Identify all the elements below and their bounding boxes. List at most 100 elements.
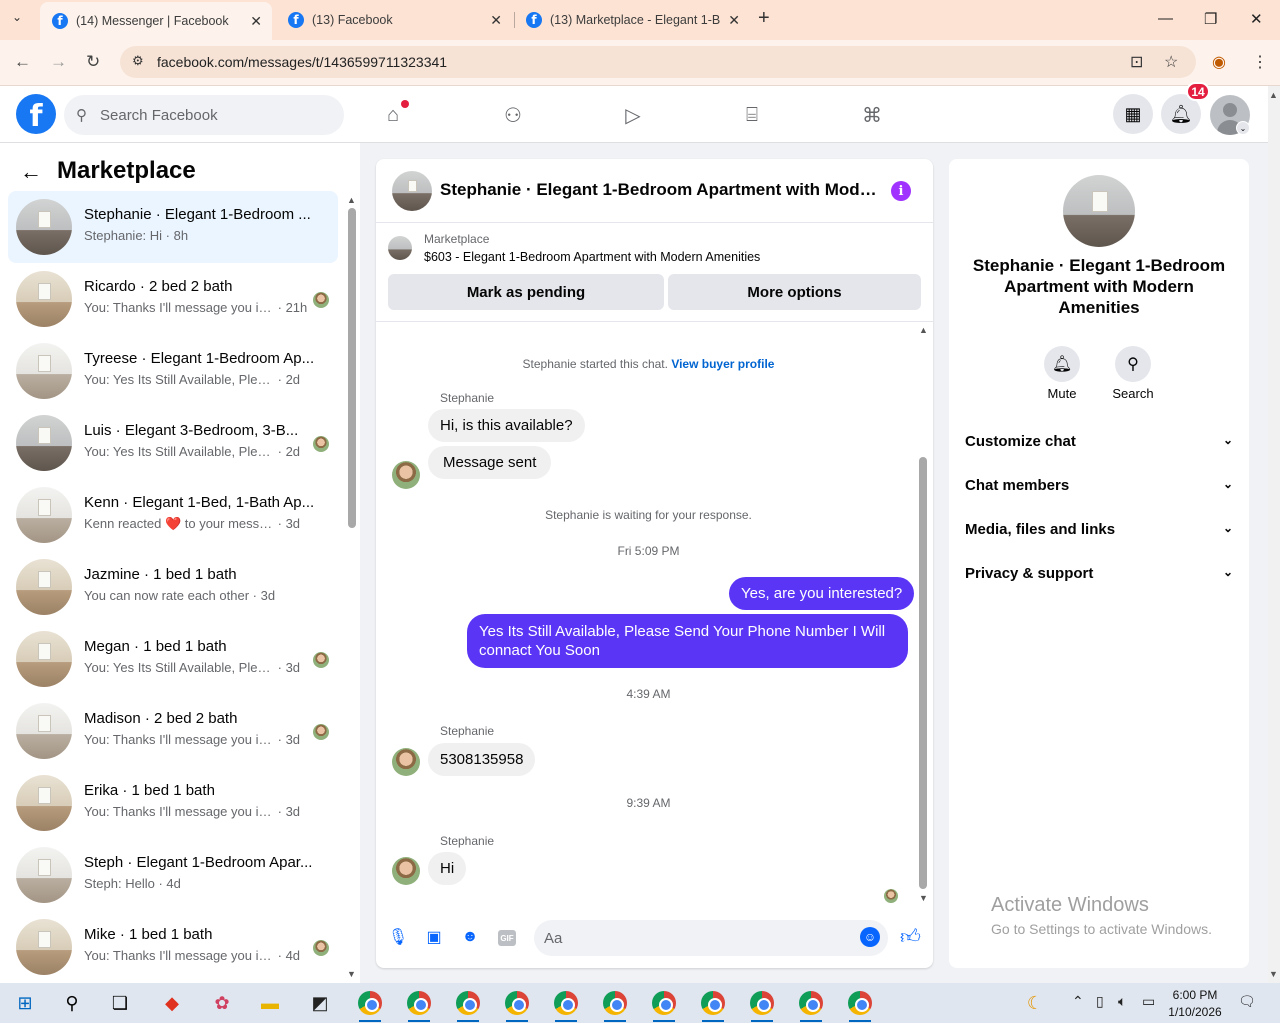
- tab-search-chevron-icon[interactable]: ⌄: [12, 10, 22, 24]
- page-scrollbar[interactable]: [1268, 86, 1280, 983]
- task-view-icon[interactable]: ❏: [105, 989, 135, 1017]
- restore-icon[interactable]: ❐: [1204, 10, 1217, 28]
- forward-arrow-icon[interactable]: →: [50, 52, 67, 72]
- conversation-item[interactable]: Stephanie · Elegant 1-Bedroom ... Stephan…: [8, 191, 338, 263]
- chrome-icon[interactable]: [747, 989, 777, 1017]
- chat-title[interactable]: Stephanie · Elegant 1-Bedroom Apartment …: [440, 180, 880, 200]
- outgoing-message[interactable]: Yes Its Still Available, Please Send You…: [467, 614, 908, 668]
- close-tab-icon[interactable]: ✕: [250, 13, 262, 30]
- media-files-links-row[interactable]: Media, files and links ⌄: [965, 521, 1233, 538]
- conversation-item[interactable]: Ricardo · 2 bed 2 bath You: Thanks I'll m…: [8, 263, 338, 335]
- message-input[interactable]: Aa: [534, 920, 888, 956]
- attach-photo-icon[interactable]: ▣: [424, 927, 444, 947]
- view-buyer-profile-link[interactable]: View buyer profile: [671, 357, 774, 371]
- weather-moon-icon[interactable]: ☾: [1020, 989, 1050, 1017]
- close-tab-icon[interactable]: ✕: [490, 12, 502, 29]
- mute-button[interactable]: 🔔︎ Mute: [1027, 346, 1097, 401]
- windows-start-icon[interactable]: ⊞: [10, 989, 40, 1017]
- menu-grid-icon[interactable]: ▦: [1113, 94, 1153, 134]
- facebook-logo-icon[interactable]: f: [16, 94, 56, 134]
- stephanie-avatar[interactable]: [392, 857, 420, 885]
- chrome-icon[interactable]: [453, 989, 483, 1017]
- gif-icon[interactable]: GIF: [498, 930, 516, 946]
- mark-as-pending-button[interactable]: Mark as pending: [388, 274, 664, 310]
- close-tab-icon[interactable]: ✕: [728, 12, 740, 29]
- battery-icon[interactable]: ▯: [1096, 993, 1104, 1010]
- conversation-item[interactable]: Jazmine · 1 bed 1 bath You can now rate e…: [8, 551, 338, 623]
- chrome-icon[interactable]: [355, 989, 385, 1017]
- chrome-icon[interactable]: [649, 989, 679, 1017]
- gaming-icon[interactable]: ⌘: [857, 100, 887, 130]
- sidebar-scrollbar-thumb[interactable]: [348, 208, 356, 528]
- notifications-icon[interactable]: 🗨︎: [1238, 993, 1256, 1010]
- stephanie-avatar[interactable]: [392, 748, 420, 776]
- scroll-up-arrow-icon[interactable]: ▲: [347, 195, 356, 205]
- customize-chat-row[interactable]: Customize chat ⌄: [965, 433, 1233, 450]
- chrome-icon[interactable]: [600, 989, 630, 1017]
- close-window-icon[interactable]: ✕: [1250, 10, 1263, 28]
- chat-scrollbar-thumb[interactable]: [919, 457, 927, 889]
- conversation-item[interactable]: Madison · 2 bed 2 bath You: Thanks I'll m…: [8, 695, 338, 767]
- bookmark-star-icon[interactable]: ☆: [1164, 52, 1178, 72]
- outgoing-message[interactable]: Yes, are you interested?: [729, 577, 915, 610]
- back-arrow-icon[interactable]: ←: [20, 159, 42, 185]
- incoming-message[interactable]: 5308135958: [428, 743, 536, 776]
- browser-tab-facebook[interactable]: f (13) Facebook ✕: [276, 0, 512, 40]
- emoji-icon[interactable]: ☺: [860, 927, 880, 947]
- account-chevron-down-icon[interactable]: ⌄: [1236, 121, 1250, 135]
- chrome-icon[interactable]: [796, 989, 826, 1017]
- network-icon[interactable]: ▭: [1142, 993, 1155, 1010]
- listing-avatar[interactable]: [1063, 175, 1135, 247]
- conversation-item[interactable]: Steph · Elegant 1-Bedroom Apar... Steph: …: [8, 839, 338, 911]
- back-arrow-icon[interactable]: ←: [14, 52, 31, 72]
- install-app-icon[interactable]: ⊡: [1130, 52, 1143, 72]
- chrome-icon[interactable]: [404, 989, 434, 1017]
- watch-icon[interactable]: ▷: [618, 100, 648, 130]
- url-field[interactable]: ⚙ facebook.com/messages/t/14365997113233…: [120, 46, 1196, 78]
- file-explorer-icon[interactable]: ▬: [255, 989, 285, 1017]
- scroll-down-arrow-icon[interactable]: ▼: [919, 893, 928, 903]
- facebook-search-input[interactable]: ⚲ Search Facebook: [64, 95, 344, 135]
- conversation-item[interactable]: Erika · 1 bed 1 bath You: Thanks I'll mes…: [8, 767, 338, 839]
- incoming-message[interactable]: Hi: [428, 852, 467, 885]
- minimize-icon[interactable]: —: [1158, 10, 1173, 27]
- scroll-up-arrow-icon[interactable]: ▲: [919, 325, 928, 335]
- scroll-down-arrow-icon[interactable]: ▼: [1269, 969, 1278, 979]
- incoming-message[interactable]: Hi, is this available?: [428, 409, 585, 442]
- browser-menu-icon[interactable]: ⋮: [1252, 52, 1268, 72]
- browser-tab-messenger[interactable]: f (14) Messenger | Facebook ✕: [40, 2, 272, 40]
- hidden-icons-chevron-icon[interactable]: ⌃: [1072, 993, 1084, 1010]
- anydesk-icon[interactable]: ◆: [157, 989, 187, 1017]
- conversation-item[interactable]: Luis · Elegant 3-Bedroom, 3-B... You: Yes…: [8, 407, 338, 479]
- scroll-up-arrow-icon[interactable]: ▲: [1269, 90, 1278, 100]
- privacy-support-row[interactable]: Privacy & support ⌄: [965, 565, 1233, 582]
- conversation-item[interactable]: Tyreese · Elegant 1-Bedroom Ap... You: Ye…: [8, 335, 338, 407]
- chat-listing-avatar[interactable]: [392, 171, 432, 211]
- chrome-icon[interactable]: [845, 989, 875, 1017]
- site-settings-icon[interactable]: ⚙: [132, 53, 144, 69]
- search-in-chat-button[interactable]: ⚲ Search: [1098, 346, 1168, 401]
- incoming-message[interactable]: Message sent: [428, 446, 552, 479]
- chrome-icon[interactable]: [698, 989, 728, 1017]
- chrome-icon[interactable]: [502, 989, 532, 1017]
- microphone-icon[interactable]: 🎙︎: [388, 927, 408, 947]
- conversation-item[interactable]: Megan · 1 bed 1 bath You: Yes Its Still A…: [8, 623, 338, 695]
- listing-thumbnail[interactable]: [388, 236, 412, 260]
- volume-icon[interactable]: 🔈︎: [1118, 993, 1126, 1010]
- stephanie-avatar[interactable]: [392, 461, 420, 489]
- paint-icon[interactable]: ✿: [207, 989, 237, 1017]
- chat-members-row[interactable]: Chat members ⌄: [965, 477, 1233, 494]
- chrome-icon[interactable]: [551, 989, 581, 1017]
- conversation-item[interactable]: Mike · 1 bed 1 bath You: Thanks I'll mess…: [8, 911, 338, 983]
- taskbar-clock[interactable]: 6:00 PM 1/10/2026: [1160, 987, 1230, 1021]
- conversation-item[interactable]: Kenn · Elegant 1-Bed, 1-Bath Ap... Kenn r…: [8, 479, 338, 551]
- sticker-icon[interactable]: ☻: [460, 927, 480, 947]
- friends-icon[interactable]: ⚇: [498, 100, 528, 130]
- reload-icon[interactable]: ↻: [86, 52, 100, 72]
- profile-icon[interactable]: ◉: [1212, 52, 1226, 72]
- info-icon[interactable]: i: [891, 181, 911, 201]
- sticky-app-icon[interactable]: ◩: [305, 989, 335, 1017]
- new-tab-button[interactable]: +: [758, 7, 770, 30]
- listing-title[interactable]: $603 - Elegant 1-Bedroom Apartment with …: [424, 250, 760, 264]
- thumbs-up-icon[interactable]: 👍︎: [900, 925, 921, 949]
